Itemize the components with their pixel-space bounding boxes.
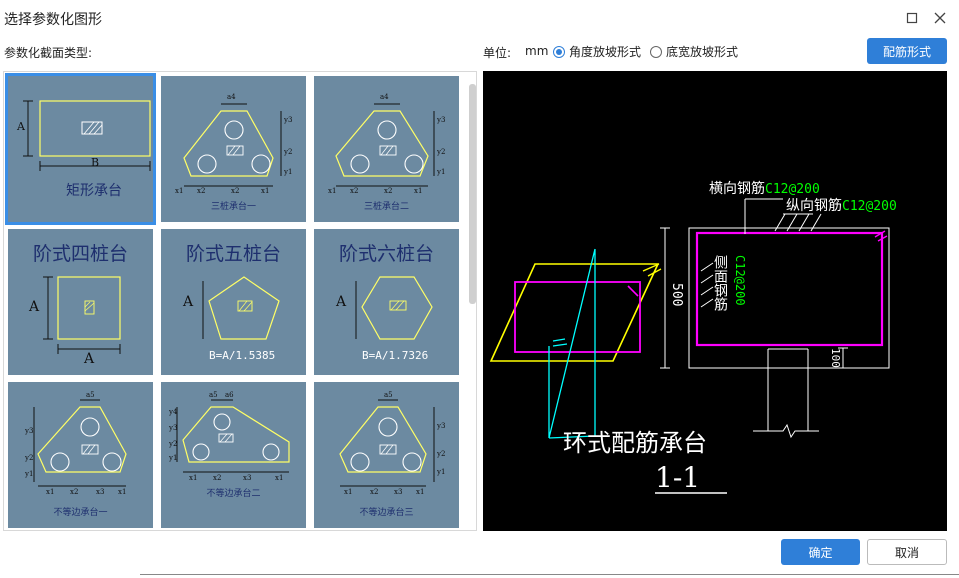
dim-label: x3 <box>243 474 252 482</box>
dim-label: x1 <box>414 187 423 195</box>
dim-label: x2 <box>70 488 79 496</box>
height-dim-label: 500 <box>669 283 684 307</box>
dim-label: A <box>183 294 194 310</box>
shape-tile-rectangle[interactable]: A B 矩形承台 <box>5 73 156 225</box>
ok-button[interactable]: 确定 <box>781 539 860 565</box>
tile-label: 不等边承台三 <box>359 508 414 518</box>
tile-label: 矩形承台 <box>66 183 122 199</box>
dim-label: x1 <box>46 488 55 496</box>
radio-width-label: 底宽放坡形式 <box>666 45 739 59</box>
dim-label: y2 <box>169 440 178 448</box>
close-icon[interactable] <box>930 8 950 28</box>
dim-label: a5 <box>209 391 218 399</box>
rebar-form-button[interactable]: 配筋形式 <box>867 38 947 64</box>
dim-label: x3 <box>96 488 105 496</box>
dim-label: x1 <box>275 474 284 482</box>
dim-label: y3 <box>25 427 34 435</box>
section-type-label: 参数化截面类型: <box>4 46 93 60</box>
dim-label: x1 <box>118 488 127 496</box>
dim-label: y1 <box>284 168 293 176</box>
shape-tile-three-pile-1[interactable]: a4 y3 y2 y1 x1 x2 x2 x1 三桩承台一 <box>161 76 306 222</box>
radio-width-slope[interactable]: 底宽放坡形式 <box>650 43 738 60</box>
dim-label: y2 <box>437 148 446 156</box>
tile-label: 阶式五桩台 <box>185 243 281 265</box>
shape-tile-three-pile-2[interactable]: a4 y3 y2 y1 x1 x2 x2 x1 三桩承台二 <box>314 76 459 222</box>
shape-tile-six-pile[interactable]: 阶式六桩台 A B=A/1.7326 <box>314 229 459 375</box>
dim-label: x3 <box>394 488 403 496</box>
tile-label: 三桩承台一 <box>210 202 256 212</box>
shape-gallery: A B 矩形承台 a4 y3 y2 y1 x1 x2 x2 x1 三桩承台一 a… <box>3 71 477 531</box>
dim-label: x1 <box>328 187 337 195</box>
dim-label: y1 <box>437 468 446 476</box>
dim-label: y1 <box>25 470 34 478</box>
dim-label: y3 <box>284 116 293 124</box>
shape-tile-five-pile[interactable]: 阶式五桩台 A B=A/1.5385 <box>161 229 306 375</box>
dim-label: A <box>17 120 25 133</box>
cancel-button[interactable]: 取消 <box>867 539 947 565</box>
dim-label: a4 <box>380 93 389 101</box>
dim-label: a5 <box>384 391 393 399</box>
side-rebar-label: 侧面钢筋 <box>712 255 728 311</box>
radio-unchecked-icon[interactable] <box>650 45 662 58</box>
dim-label: x2 <box>197 187 206 195</box>
window-title: 选择参数化图形 <box>4 12 102 28</box>
maximize-icon[interactable] <box>902 8 922 28</box>
options-row: 参数化截面类型: 单位: mm 角度放坡形式 底宽放坡形式 配筋形式 <box>0 38 959 64</box>
dim-label: x1 <box>175 187 184 195</box>
unequal-cap-diagram <box>176 399 290 473</box>
tile-label: 阶式六桩台 <box>338 243 434 265</box>
shape-tile-four-pile[interactable]: 阶式四桩台 A A <box>8 229 153 375</box>
dim-label: y2 <box>437 450 446 458</box>
ratio-label: B=A/1.7326 <box>362 349 429 362</box>
shape-tile-unequal-3[interactable]: a5 y3 y2 y1 x1 x2 x3 x1 不等边承台三 <box>314 382 459 528</box>
dim-label: a6 <box>225 391 234 399</box>
dim-label: x2 <box>350 187 359 195</box>
title-bar: 选择参数化图形 <box>0 0 959 36</box>
unit-value: mm <box>525 44 549 58</box>
dim-label: A <box>336 294 347 310</box>
dim-label: y1 <box>437 168 446 176</box>
tile-label: 三桩承台二 <box>363 202 409 212</box>
tile-label: 阶式四桩台 <box>32 243 128 265</box>
dim-label: y1 <box>169 454 178 462</box>
gallery-scrollbar[interactable] <box>469 84 476 304</box>
dim-label: y3 <box>169 424 178 432</box>
radio-angle-label: 角度放坡形式 <box>569 45 642 59</box>
longitudinal-rebar-label: 纵向钢筋C12@200 <box>786 198 897 214</box>
dim-label: x1 <box>189 474 198 482</box>
shape-tile-unequal-2[interactable]: a5 a6 y4 y3 y2 y1 x1 x2 x3 x1 不等边承台二 <box>161 382 306 528</box>
dim-label: B <box>91 156 100 169</box>
preview-title: 环式配筋承台 <box>563 429 707 457</box>
dim-label: x1 <box>261 187 270 195</box>
side-rebar-spec: C12@200 <box>733 255 747 306</box>
bottom-divider <box>140 574 959 575</box>
dim-label: x1 <box>416 488 425 496</box>
radio-checked-icon[interactable] <box>553 45 565 58</box>
dim-label: y3 <box>437 422 446 430</box>
ratio-label: B=A/1.5385 <box>209 349 276 362</box>
shape-tile-unequal-1[interactable]: a5 y3 y2 y1 x1 x2 x3 x1 不等边承台一 <box>8 382 153 528</box>
dim-label: y2 <box>284 148 293 156</box>
dim-label: a4 <box>227 93 236 101</box>
dim-label: y4 <box>169 408 178 416</box>
dim-label: x2 <box>384 187 393 195</box>
dim-label: x1 <box>344 488 353 496</box>
dim-label: x2 <box>231 187 240 195</box>
dim-label: y2 <box>25 454 34 462</box>
rectangle-cap-diagram <box>23 100 151 171</box>
unit-label: 单位: <box>483 46 512 60</box>
dim-label: a5 <box>86 391 95 399</box>
dim-label: x2 <box>370 488 379 496</box>
dim-label: x2 <box>213 474 222 482</box>
tile-label: 不等边承台二 <box>206 489 261 499</box>
dim-label: A <box>29 299 40 315</box>
preview-canvas: 横向钢筋C12@200 纵向钢筋C12@200 侧面钢筋 C12@200 500… <box>483 71 947 531</box>
radio-angle-slope[interactable]: 角度放坡形式 <box>553 43 641 60</box>
tile-label: 不等边承台一 <box>53 508 108 518</box>
bottom-dim-label: 100 <box>829 348 842 368</box>
section-label: 1-1 <box>655 461 701 494</box>
dim-label: A <box>84 351 95 367</box>
dim-label: y3 <box>437 116 446 124</box>
